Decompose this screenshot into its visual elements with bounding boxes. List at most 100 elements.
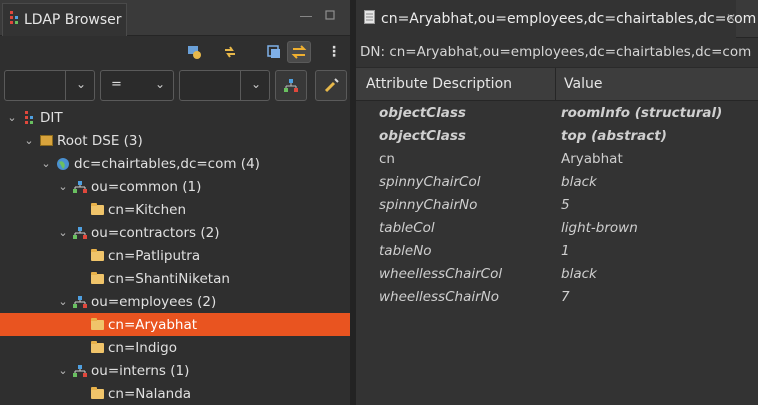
org-unit-icon — [73, 364, 87, 377]
link-with-editor-button[interactable] — [218, 41, 242, 63]
chevron-down-icon[interactable]: ⌄ — [40, 157, 52, 170]
folder-icon — [90, 340, 104, 354]
attribute-cell: objectClass — [379, 127, 466, 144]
table-row[interactable]: spinnyChairCol black — [356, 170, 758, 193]
value-cell[interactable]: 7 — [561, 289, 570, 305]
quick-search-bar: ⌄ = ⌄ ⌄ — [0, 68, 350, 106]
folder-icon — [90, 317, 104, 331]
attribute-select[interactable]: ⌄ — [4, 70, 95, 101]
minimize-button[interactable]: ― — [298, 8, 314, 24]
tree-item[interactable]: cn=ShantiNiketan — [0, 267, 350, 290]
chevron-down-icon[interactable]: ⌄ — [6, 111, 18, 124]
swap-arrows-icon — [291, 45, 307, 59]
editor-tabbar: cn=Aryabhat,ou=employees,dc=chairtables,… — [356, 0, 758, 38]
table-row[interactable]: objectClass roomInfo (structural) — [356, 101, 758, 124]
sync-toggle-button[interactable] — [287, 41, 311, 63]
tree-item-label: dc=chairtables,dc=com (4) — [74, 155, 260, 172]
value-cell[interactable]: 1 — [561, 243, 570, 259]
chevron-down-icon: ⌄ — [250, 77, 261, 91]
tree-item[interactable]: cn=Patliputra — [0, 244, 350, 267]
table-row[interactable]: spinnyChairNo 5 — [356, 193, 758, 216]
operator-select[interactable]: = ⌄ — [100, 70, 174, 101]
attribute-cell: tableCol — [379, 219, 435, 236]
tab-entry-editor-label: cn=Aryabhat,ou=employees,dc=chairtables,… — [381, 11, 757, 27]
dit-icon — [22, 110, 36, 124]
tree-item[interactable]: ⌄ ou=interns (1) — [0, 359, 350, 382]
value-cell[interactable]: 5 — [561, 197, 570, 213]
dn-line: DN: cn=Aryabhat,ou=employees,dc=chairtab… — [356, 38, 758, 68]
tree-item-label: ou=common (1) — [91, 178, 202, 195]
wand-icon — [324, 77, 339, 92]
org-unit-icon — [73, 295, 87, 308]
tree-item-label: cn=Patliputra — [108, 247, 201, 264]
browser-toolbar: ⋮ — [0, 36, 350, 68]
chevron-down-icon[interactable]: ⌄ — [57, 295, 69, 308]
value-select[interactable]: ⌄ — [179, 70, 270, 101]
view-menu-button[interactable]: ⋮ — [322, 41, 346, 63]
ldap-browser-tabbar: LDAP Browser ― — [0, 0, 350, 36]
tree-item[interactable]: ⌄ DIT — [0, 106, 350, 129]
tree-item[interactable]: ⌄ Root DSE (3) — [0, 129, 350, 152]
tree-item-label: cn=Aryabhat — [108, 316, 198, 333]
collapse-all-button[interactable] — [262, 41, 286, 63]
tree-item[interactable]: ⌄ ou=contractors (2) — [0, 221, 350, 244]
tree-item[interactable]: cn=Kitchen — [0, 198, 350, 221]
table-row[interactable]: cn Aryabhat — [356, 147, 758, 170]
table-row[interactable]: objectClass top (abstract) — [356, 124, 758, 147]
root-dse-icon — [39, 135, 53, 147]
close-icon[interactable]: ✕ — [726, 11, 736, 25]
value-cell[interactable]: Aryabhat — [561, 151, 623, 167]
table-row[interactable]: tableCol light-brown — [356, 216, 758, 239]
run-search-button[interactable] — [315, 70, 347, 101]
tree-item[interactable]: cn=Indigo — [0, 336, 350, 359]
tab-ldap-browser-label: LDAP Browser — [24, 12, 122, 28]
attribute-cell: cn — [379, 150, 395, 167]
search-scope-button[interactable] — [275, 70, 307, 101]
value-cell[interactable]: top (abstract) — [561, 128, 667, 144]
tree-item-label: cn=Kitchen — [108, 201, 187, 218]
table-row[interactable]: wheellessChairCol black — [356, 262, 758, 285]
tree-item[interactable]: ⌄ dc=chairtables,dc=com (4) — [0, 152, 350, 175]
attribute-table-header: Attribute Description Value — [356, 68, 758, 101]
chevron-down-icon[interactable]: ⌄ — [57, 226, 69, 239]
tab-entry-editor[interactable]: cn=Aryabhat,ou=employees,dc=chairtables,… — [356, 0, 756, 38]
chevron-down-icon: ⌄ — [154, 77, 165, 91]
tab-ldap-browser[interactable]: LDAP Browser — [2, 3, 127, 36]
tree-item[interactable]: ⌄ ou=common (1) — [0, 175, 350, 198]
dit-tree: ⌄ DIT ⌄ Root DSE (3) ⌄ dc=chairtables,dc=com … — [0, 106, 350, 405]
column-header-value[interactable]: Value — [556, 68, 602, 100]
link-arrows-icon — [225, 46, 235, 58]
tree-item-label: cn=ShantiNiketan — [108, 270, 230, 287]
maximize-button[interactable] — [322, 8, 338, 24]
tree-item[interactable]: cn=Aryabhat — [0, 313, 350, 336]
tree-item-label: ou=employees (2) — [91, 293, 217, 310]
tree-item-label: DIT — [40, 109, 63, 126]
tree-item-label: Root DSE (3) — [57, 132, 143, 149]
value-cell[interactable]: black — [561, 174, 597, 190]
chevron-down-icon[interactable]: ⌄ — [23, 134, 35, 147]
globe-icon — [56, 157, 70, 170]
tree-item-label: ou=interns (1) — [91, 362, 190, 379]
value-cell[interactable]: roomInfo (structural) — [561, 105, 722, 121]
value-cell[interactable]: black — [561, 266, 597, 282]
tree-item[interactable]: cn=Nalanda — [0, 382, 350, 405]
chevron-down-icon[interactable]: ⌄ — [57, 180, 69, 193]
folder-icon — [90, 271, 104, 285]
table-row[interactable]: tableNo 1 — [356, 239, 758, 262]
refresh-entry-button[interactable] — [182, 41, 206, 63]
table-row[interactable]: wheellessChairNo 7 — [356, 285, 758, 308]
attribute-cell: tableNo — [379, 242, 432, 259]
folder-icon — [90, 202, 104, 216]
folder-icon — [90, 248, 104, 262]
org-unit-icon — [73, 180, 87, 193]
entry-editor-panel: cn=Aryabhat,ou=employees,dc=chairtables,… — [356, 0, 758, 405]
chevron-down-icon[interactable]: ⌄ — [57, 364, 69, 377]
attribute-table-body: objectClass roomInfo (structural) objectCl… — [356, 101, 758, 308]
attribute-cell: spinnyChairNo — [379, 196, 478, 213]
value-cell[interactable]: light-brown — [561, 220, 638, 236]
tree-item[interactable]: ⌄ ou=employees (2) — [0, 290, 350, 313]
org-unit-icon — [73, 226, 87, 239]
refresh-icon — [188, 46, 201, 59]
attribute-cell: objectClass — [379, 104, 466, 121]
column-header-attribute[interactable]: Attribute Description — [356, 68, 556, 100]
